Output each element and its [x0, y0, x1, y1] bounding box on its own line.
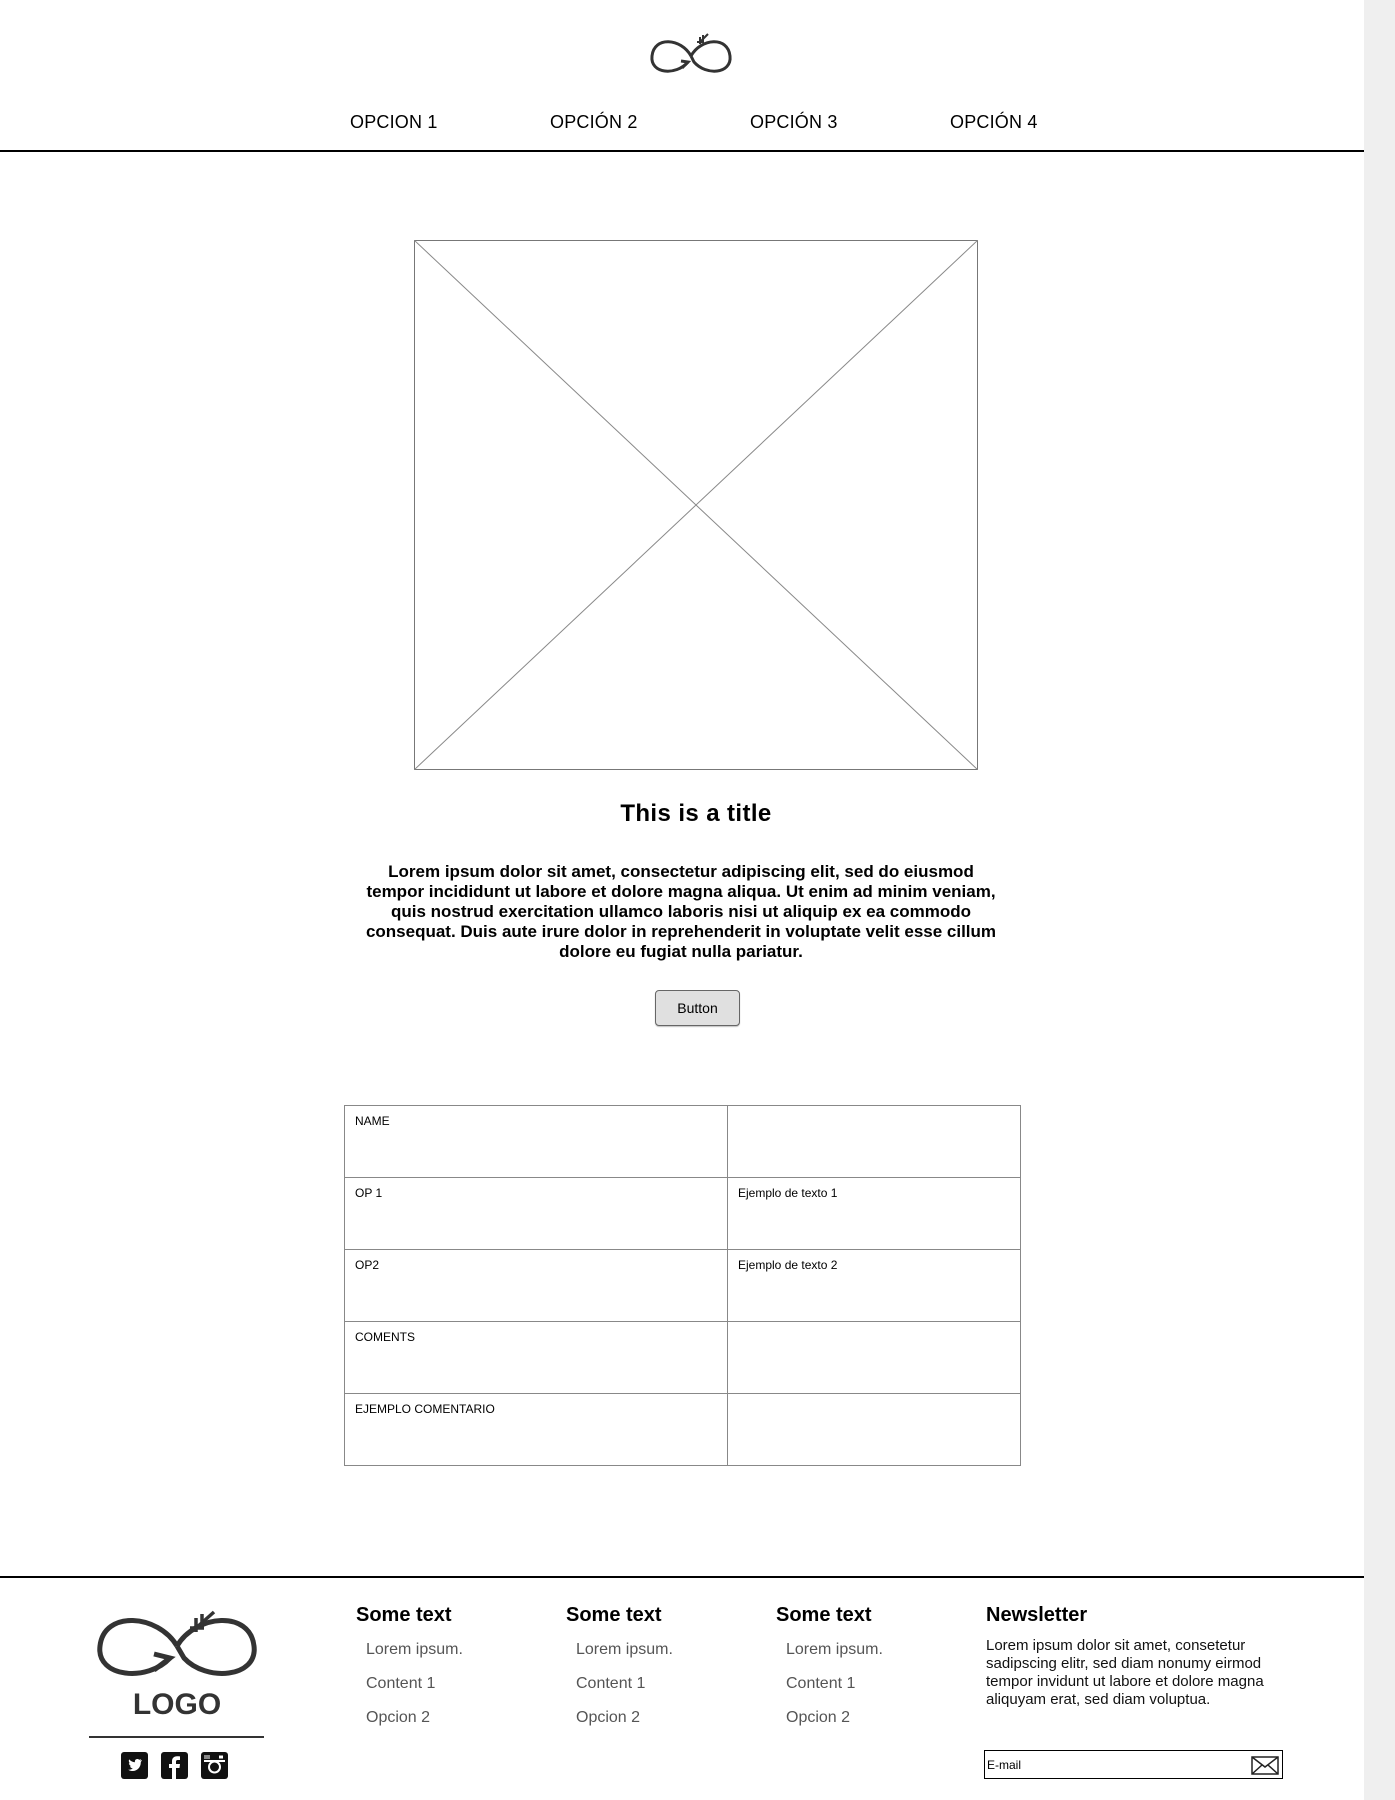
footer-logo-divider — [89, 1736, 264, 1738]
footer-column-1: Some text Lorem ipsum. Content 1 Opcion … — [356, 1604, 556, 1743]
nav-item-opcion-3[interactable]: OPCIÓN 3 — [750, 112, 838, 133]
table-cell-value: Ejemplo de texto 1 — [727, 1177, 1021, 1250]
instagram-icon[interactable] — [201, 1752, 228, 1779]
table-cell-label: EJEMPLO COMENTARIO — [344, 1393, 728, 1466]
footer-column-2: Some text Lorem ipsum. Content 1 Opcion … — [566, 1604, 766, 1743]
table-cell-value: Ejemplo de texto 2 — [727, 1249, 1021, 1322]
footer-column-title: Some text — [776, 1604, 872, 1626]
footer-infinity-logo-icon[interactable] — [92, 1604, 262, 1686]
table-row: EJEMPLO COMENTARIO — [344, 1393, 1021, 1466]
footer-link[interactable]: Content 1 — [576, 1675, 766, 1693]
hero-button[interactable]: Button — [655, 990, 740, 1026]
table-cell-label: COMENTS — [344, 1321, 728, 1394]
details-table: NAME OP 1 Ejemplo de texto 1 OP2 Ejemplo… — [344, 1105, 1021, 1466]
footer-link[interactable]: Opcion 2 — [366, 1709, 556, 1727]
newsletter: Newsletter Lorem ipsum dolor sit amet, c… — [986, 1604, 1286, 1709]
hero-title: This is a title — [620, 800, 772, 827]
hero-paragraph: Lorem ipsum dolor sit amet, consectetur … — [365, 862, 997, 961]
footer-link[interactable]: Lorem ipsum. — [576, 1641, 766, 1659]
table-row: OP 1 Ejemplo de texto 1 — [344, 1177, 1021, 1250]
image-placeholder-icon — [414, 240, 978, 770]
table-cell-value — [727, 1105, 1021, 1178]
footer-link[interactable]: Opcion 2 — [786, 1709, 976, 1727]
nav-item-opcion-1[interactable]: OPCION 1 — [350, 112, 438, 133]
footer-logo-text: LOGO — [132, 1688, 222, 1721]
table-cell-label: OP 1 — [344, 1177, 728, 1250]
envelope-icon[interactable] — [1251, 1754, 1279, 1776]
table-cell-value — [727, 1321, 1021, 1394]
newsletter-title: Newsletter — [986, 1604, 1088, 1626]
table-cell-label: OP2 — [344, 1249, 728, 1322]
scrollbar[interactable] — [1364, 0, 1395, 1800]
header-divider — [0, 150, 1395, 152]
footer-divider — [0, 1576, 1364, 1578]
page: OPCION 1 OPCIÓN 2 OPCIÓN 3 OPCIÓN 4 This… — [0, 0, 1395, 1800]
main-nav: OPCION 1 OPCIÓN 2 OPCIÓN 3 OPCIÓN 4 — [0, 112, 1364, 138]
infinity-logo-icon[interactable] — [648, 28, 734, 84]
nav-item-opcion-2[interactable]: OPCIÓN 2 — [550, 112, 638, 133]
footer-link[interactable]: Content 1 — [366, 1675, 556, 1693]
footer-column-title: Some text — [566, 1604, 662, 1626]
table-row: OP2 Ejemplo de texto 2 — [344, 1249, 1021, 1322]
table-row: COMENTS — [344, 1321, 1021, 1394]
twitter-icon[interactable] — [121, 1752, 148, 1779]
table-row: NAME — [344, 1105, 1021, 1178]
facebook-icon[interactable] — [161, 1752, 188, 1779]
newsletter-email-box — [984, 1750, 1283, 1779]
footer-column-3: Some text Lorem ipsum. Content 1 Opcion … — [776, 1604, 976, 1743]
newsletter-text: Lorem ipsum dolor sit amet, consetetur s… — [986, 1637, 1264, 1708]
footer-link[interactable]: Opcion 2 — [576, 1709, 766, 1727]
footer-link[interactable]: Lorem ipsum. — [786, 1641, 976, 1659]
table-cell-label: NAME — [344, 1105, 728, 1178]
footer-link[interactable]: Content 1 — [786, 1675, 976, 1693]
table-cell-value — [727, 1393, 1021, 1466]
footer-link[interactable]: Lorem ipsum. — [366, 1641, 556, 1659]
nav-item-opcion-4[interactable]: OPCIÓN 4 — [950, 112, 1038, 133]
email-field[interactable] — [987, 1755, 1227, 1775]
footer-column-title: Some text — [356, 1604, 452, 1626]
